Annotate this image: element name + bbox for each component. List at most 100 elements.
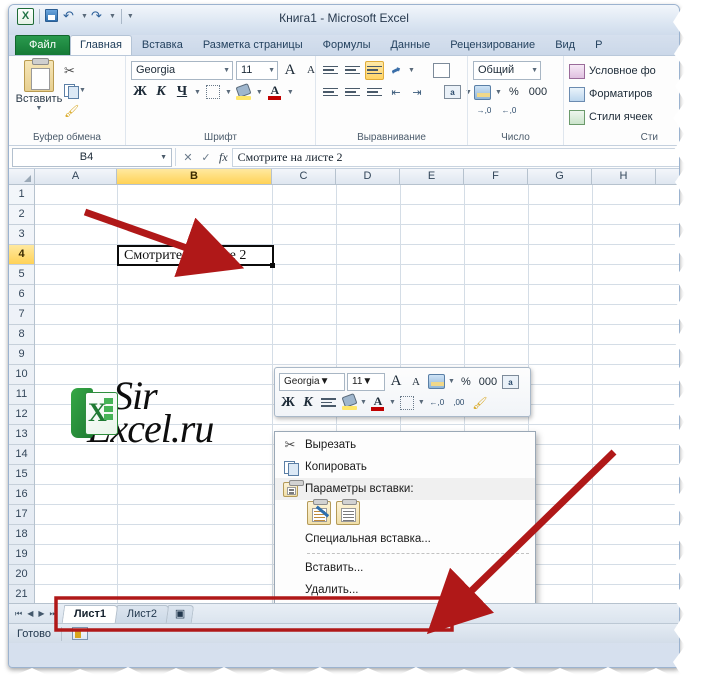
align-center-button[interactable] (343, 83, 362, 102)
chevron-down-icon[interactable]: ▼ (360, 399, 367, 406)
mini-decrease-decimal-button[interactable]: ,00 (449, 393, 469, 412)
mini-increase-decimal-button[interactable]: ←,0 (427, 393, 447, 412)
chevron-down-icon[interactable]: ▼ (160, 154, 171, 161)
mini-borders-button[interactable] (398, 393, 416, 412)
tab-view[interactable]: Вид (545, 35, 585, 55)
tab-file[interactable]: Файл (15, 35, 71, 55)
column-header-f[interactable]: F (464, 169, 528, 184)
tab-insert[interactable]: Вставка (132, 35, 193, 55)
wrap-text-button[interactable] (432, 61, 451, 80)
mini-bold-button[interactable]: Ж (279, 393, 297, 412)
underline-dropdown-icon[interactable]: ▼ (194, 89, 201, 96)
align-middle-button[interactable] (343, 61, 362, 80)
currency-dropdown-icon[interactable]: ▼ (495, 89, 502, 96)
tab-developer[interactable]: Р (585, 35, 612, 55)
italic-button[interactable]: К (152, 83, 170, 102)
increase-decimal-button[interactable]: →,0 (473, 102, 495, 121)
format-as-table-button[interactable]: Форматиров (569, 84, 652, 104)
fill-color-button[interactable] (235, 83, 253, 102)
mini-format-painter-button[interactable]: 🖌 (471, 393, 489, 412)
paste-plain-icon[interactable] (336, 499, 360, 525)
mini-font-name-combo[interactable]: Georgia ▼ (279, 372, 345, 391)
row-header-18[interactable]: 18 (9, 525, 34, 545)
mini-decrease-font-button[interactable]: A (407, 372, 425, 391)
column-header-a[interactable]: A (35, 169, 117, 184)
bold-button[interactable]: Ж (131, 83, 149, 102)
format-painter-button[interactable]: 🖌 (64, 102, 86, 119)
row-header-16[interactable]: 16 (9, 485, 34, 505)
row-header-1[interactable]: 1 (9, 185, 34, 205)
borders-button[interactable] (204, 83, 222, 102)
align-right-button[interactable] (365, 83, 384, 102)
cancel-formula-icon[interactable]: ✕ (179, 148, 197, 166)
currency-format-button[interactable] (473, 83, 492, 102)
row-header-12[interactable]: 12 (9, 405, 34, 425)
column-header-b[interactable]: B (117, 169, 272, 184)
font-color-dropdown-icon[interactable]: ▼ (287, 89, 294, 96)
mini-font-size-combo[interactable]: 11 ▼ (347, 372, 385, 391)
mini-italic-button[interactable]: К (299, 393, 317, 412)
row-header-10[interactable]: 10 (9, 365, 34, 385)
copy-button[interactable]: ▼ (64, 82, 86, 99)
cut-button[interactable]: ✂ (64, 62, 86, 79)
font-size-combo[interactable]: 11 ▼ (236, 60, 278, 80)
mini-thousands-button[interactable]: 000 (477, 372, 499, 391)
fill-handle[interactable] (270, 263, 275, 268)
font-name-combo[interactable]: Georgia ▼ (131, 60, 233, 80)
prev-sheet-icon[interactable]: ◀ (27, 609, 33, 619)
formula-input[interactable]: Смотрите на листе 2 (231, 147, 679, 167)
mini-merge-button[interactable]: a (501, 372, 520, 391)
tab-formulas[interactable]: Формулы (313, 35, 381, 55)
merge-cells-button[interactable]: a (443, 83, 462, 102)
column-header-d[interactable]: D (336, 169, 400, 184)
insert-worksheet-button[interactable]: ▣ (165, 604, 195, 623)
number-format-combo[interactable]: Общий ▼ (473, 60, 541, 80)
menu-item-insert[interactable]: Вставить... (275, 557, 535, 579)
last-sheet-icon[interactable]: ⏭ (50, 609, 57, 619)
orientation-dropdown-icon[interactable]: ▼ (408, 67, 415, 74)
confirm-formula-icon[interactable]: ✓ (197, 148, 215, 166)
mini-currency-button[interactable] (427, 372, 446, 391)
align-left-button[interactable] (321, 83, 340, 102)
align-bottom-button[interactable] (365, 60, 384, 80)
tab-review[interactable]: Рецензирование (440, 35, 545, 55)
sheet-tab-list2[interactable]: Лист2 (114, 604, 170, 623)
row-header-5[interactable]: 5 (9, 265, 34, 285)
row-header-6[interactable]: 6 (9, 285, 34, 305)
insert-function-icon[interactable]: fx (215, 150, 232, 165)
mini-align-center-button[interactable] (319, 393, 338, 412)
chevron-down-icon[interactable]: ▼ (448, 378, 455, 385)
menu-item-copy[interactable]: Копировать (275, 456, 535, 478)
increase-indent-button[interactable]: ⇥ (408, 83, 426, 102)
row-header-14[interactable]: 14 (9, 445, 34, 465)
decrease-decimal-button[interactable]: ←,0 (498, 102, 520, 121)
tab-page-layout[interactable]: Разметка страницы (193, 35, 313, 55)
conditional-formatting-button[interactable]: Условное фо (569, 61, 656, 81)
chevron-down-icon[interactable]: ▼ (528, 67, 538, 74)
first-sheet-icon[interactable]: ⏮ (15, 609, 22, 619)
align-top-button[interactable] (321, 61, 340, 80)
text-orientation-button[interactable]: ➦ (387, 61, 405, 80)
chevron-down-icon[interactable]: ▼ (418, 399, 425, 406)
paste-button[interactable]: Вставить ▼ (14, 58, 64, 112)
chevron-down-icon[interactable]: ▼ (220, 67, 230, 74)
row-header-2[interactable]: 2 (9, 205, 34, 225)
percent-format-button[interactable]: % (505, 83, 523, 102)
paste-formatting-icon[interactable] (307, 499, 331, 525)
mini-fill-color-button[interactable] (340, 393, 358, 412)
chevron-down-icon[interactable]: ▼ (389, 399, 396, 406)
row-header-20[interactable]: 20 (9, 565, 34, 585)
row-header-17[interactable]: 17 (9, 505, 34, 525)
name-box[interactable]: B4 ▼ (12, 147, 172, 167)
next-sheet-icon[interactable]: ▶ (38, 609, 44, 619)
column-header-h[interactable]: H (592, 169, 656, 184)
column-header-c[interactable]: C (272, 169, 336, 184)
decrease-indent-button[interactable]: ⇤ (387, 83, 405, 102)
paste-dropdown-icon[interactable]: ▼ (14, 105, 64, 112)
row-header-13[interactable]: 13 (9, 425, 34, 445)
selected-cell-b4[interactable]: Смотрите на листе 2 (117, 245, 274, 266)
mini-percent-button[interactable]: % (457, 372, 475, 391)
select-all-button[interactable] (9, 169, 35, 184)
chevron-down-icon[interactable]: ▼ (265, 67, 275, 74)
row-header-15[interactable]: 15 (9, 465, 34, 485)
